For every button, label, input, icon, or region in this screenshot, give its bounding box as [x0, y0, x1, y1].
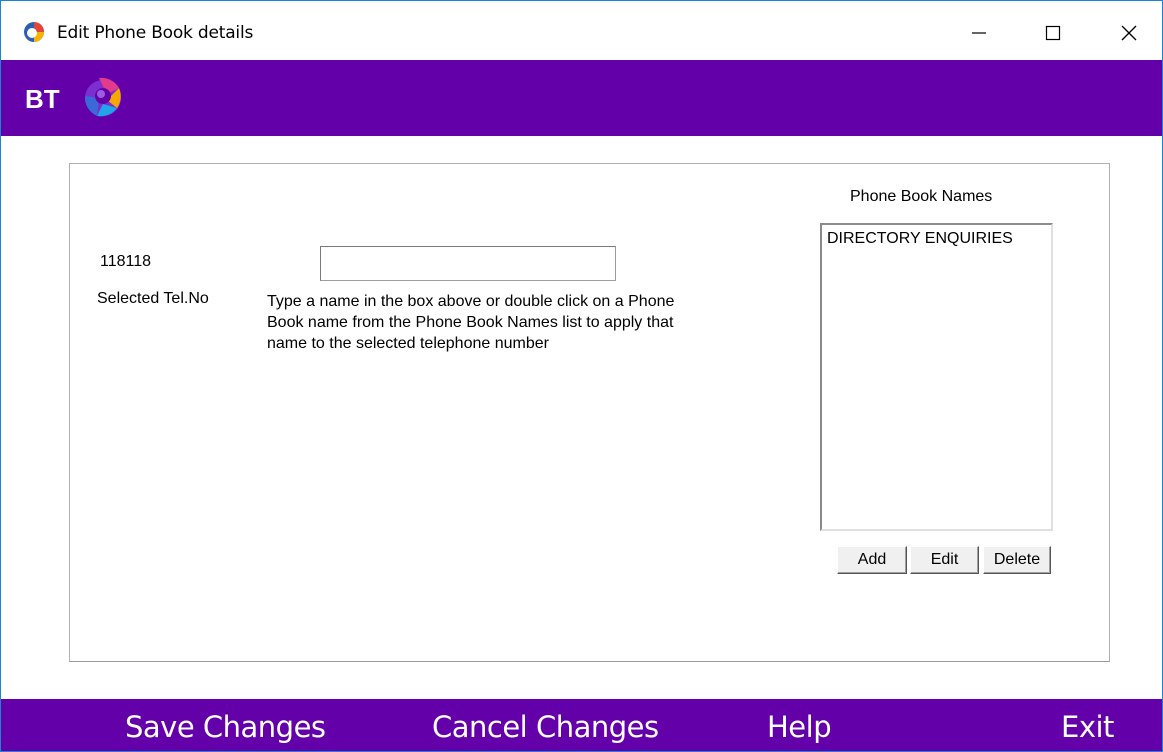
- maximize-icon: [1045, 25, 1061, 41]
- help-text: Type a name in the box above or double c…: [267, 293, 675, 352]
- close-button[interactable]: [1109, 13, 1149, 53]
- bt-logo: BT: [25, 77, 121, 117]
- delete-button[interactable]: Delete: [983, 546, 1051, 574]
- main-content: 118118 Selected Tel.No Type a name in th…: [1, 136, 1162, 699]
- app-icon: [24, 22, 44, 42]
- cancel-changes-button[interactable]: Cancel Changes: [432, 710, 659, 744]
- selected-tel-label: Selected Tel.No: [97, 290, 209, 307]
- details-group-box: 118118 Selected Tel.No Type a name in th…: [69, 163, 1110, 662]
- minimize-icon: [972, 32, 986, 34]
- phonebook-names-list[interactable]: DIRECTORY ENQUIRIES: [820, 223, 1053, 531]
- edit-phonebook-window: Edit Phone Book details BT 118118 Select…: [0, 0, 1163, 752]
- phonebook-name-input[interactable]: [320, 246, 616, 281]
- add-button[interactable]: Add: [837, 546, 907, 574]
- window-title: Edit Phone Book details: [57, 23, 254, 43]
- help-button[interactable]: Help: [767, 710, 832, 744]
- minimize-button[interactable]: [959, 13, 999, 53]
- exit-button[interactable]: Exit: [1061, 710, 1114, 744]
- save-changes-button[interactable]: Save Changes: [125, 710, 326, 744]
- edit-button[interactable]: Edit: [910, 546, 979, 574]
- svg-text:BT: BT: [25, 84, 60, 114]
- phonebook-names-heading: Phone Book Names: [850, 188, 993, 205]
- close-icon: [1121, 25, 1137, 41]
- list-item[interactable]: DIRECTORY ENQUIRIES: [827, 230, 1013, 248]
- footer-action-bar: Save Changes Cancel Changes Help Exit: [1, 699, 1162, 751]
- selected-tel-value: 118118: [100, 253, 152, 270]
- brand-banner: BT: [1, 60, 1162, 136]
- title-bar: Edit Phone Book details: [1, 1, 1162, 60]
- maximize-button[interactable]: [1033, 13, 1073, 53]
